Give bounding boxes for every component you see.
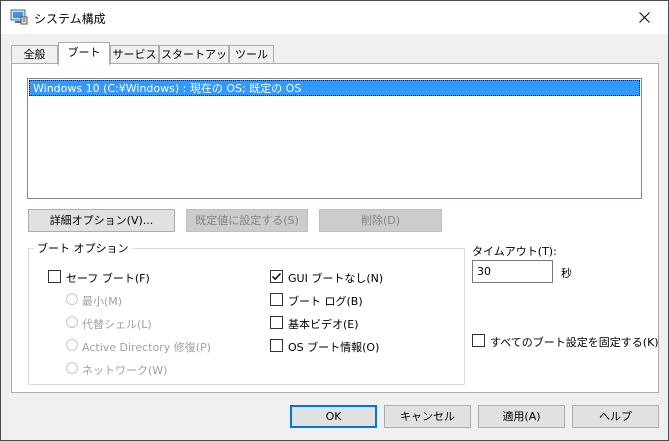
tab-general[interactable]: 全般 xyxy=(11,45,58,64)
boot-options-label: ブート オプション xyxy=(34,240,132,256)
radio-network-label[interactable]: ネットワーク(W) xyxy=(82,362,167,378)
radio-ad-repair-label[interactable]: Active Directory 修復(P) xyxy=(82,339,211,355)
make-permanent-label[interactable]: すべてのブート設定を固定する(K) xyxy=(490,334,659,350)
tab-startup[interactable]: スタートアップ xyxy=(159,45,229,78)
ok-button[interactable]: OK xyxy=(290,405,377,428)
safe-boot-checkbox[interactable] xyxy=(48,270,61,283)
delete-button[interactable]: 削除(D) xyxy=(319,209,442,232)
apply-button[interactable]: 適用(A) xyxy=(478,405,565,428)
close-icon xyxy=(638,11,650,23)
checkmark-icon xyxy=(271,272,282,281)
timeout-label: タイムアウト(T): xyxy=(472,245,557,258)
radio-ad-repair[interactable] xyxy=(66,339,78,351)
advanced-options-button[interactable]: 詳細オプション(V)... xyxy=(28,209,175,232)
boot-log-label[interactable]: ブート ログ(B) xyxy=(288,293,363,309)
radio-alternate-shell-label[interactable]: 代替シェル(L) xyxy=(82,316,152,332)
radio-network[interactable] xyxy=(66,362,78,374)
timeout-unit: 秒 xyxy=(561,267,572,280)
os-list-item[interactable]: Windows 10 (C:¥Windows) : 現在の OS; 既定の OS xyxy=(29,80,640,96)
window-title: システム構成 xyxy=(34,12,106,26)
base-video-checkbox[interactable] xyxy=(270,316,283,329)
boot-tab-panel: Windows 10 (C:¥Windows) : 現在の OS; 既定の OS… xyxy=(11,63,659,393)
boot-log-checkbox[interactable] xyxy=(270,293,283,306)
set-default-button[interactable]: 既定値に設定する(S) xyxy=(186,209,308,232)
system-config-window: システム構成 全般 ブート サービス スタートアップ ツール Windows 1… xyxy=(0,0,669,441)
tab-services[interactable]: サービス xyxy=(110,45,159,64)
close-button[interactable] xyxy=(621,1,667,33)
title-bar[interactable]: システム構成 xyxy=(1,1,668,34)
radio-minimal-label[interactable]: 最小(M) xyxy=(82,293,122,309)
help-button[interactable]: ヘルプ xyxy=(572,405,659,428)
radio-minimal[interactable] xyxy=(66,293,78,305)
os-boot-info-checkbox[interactable] xyxy=(270,339,283,352)
base-video-label[interactable]: 基本ビデオ(E) xyxy=(288,316,359,332)
safe-boot-label[interactable]: セーフ ブート(F) xyxy=(66,270,150,286)
no-gui-boot-checkbox[interactable] xyxy=(270,270,283,283)
no-gui-boot-label[interactable]: GUI ブートなし(N) xyxy=(288,270,383,286)
os-list[interactable]: Windows 10 (C:¥Windows) : 現在の OS; 既定の OS xyxy=(27,78,642,199)
system-config-app-icon xyxy=(10,9,28,25)
tab-boot[interactable]: ブート xyxy=(58,42,110,65)
tab-tools[interactable]: ツール xyxy=(229,45,274,64)
os-boot-info-label[interactable]: OS ブート情報(O) xyxy=(288,339,379,355)
timeout-input[interactable]: 30 xyxy=(472,260,553,283)
make-permanent-checkbox[interactable] xyxy=(472,334,485,347)
cancel-button[interactable]: キャンセル xyxy=(384,405,471,428)
radio-alternate-shell[interactable] xyxy=(66,316,78,328)
